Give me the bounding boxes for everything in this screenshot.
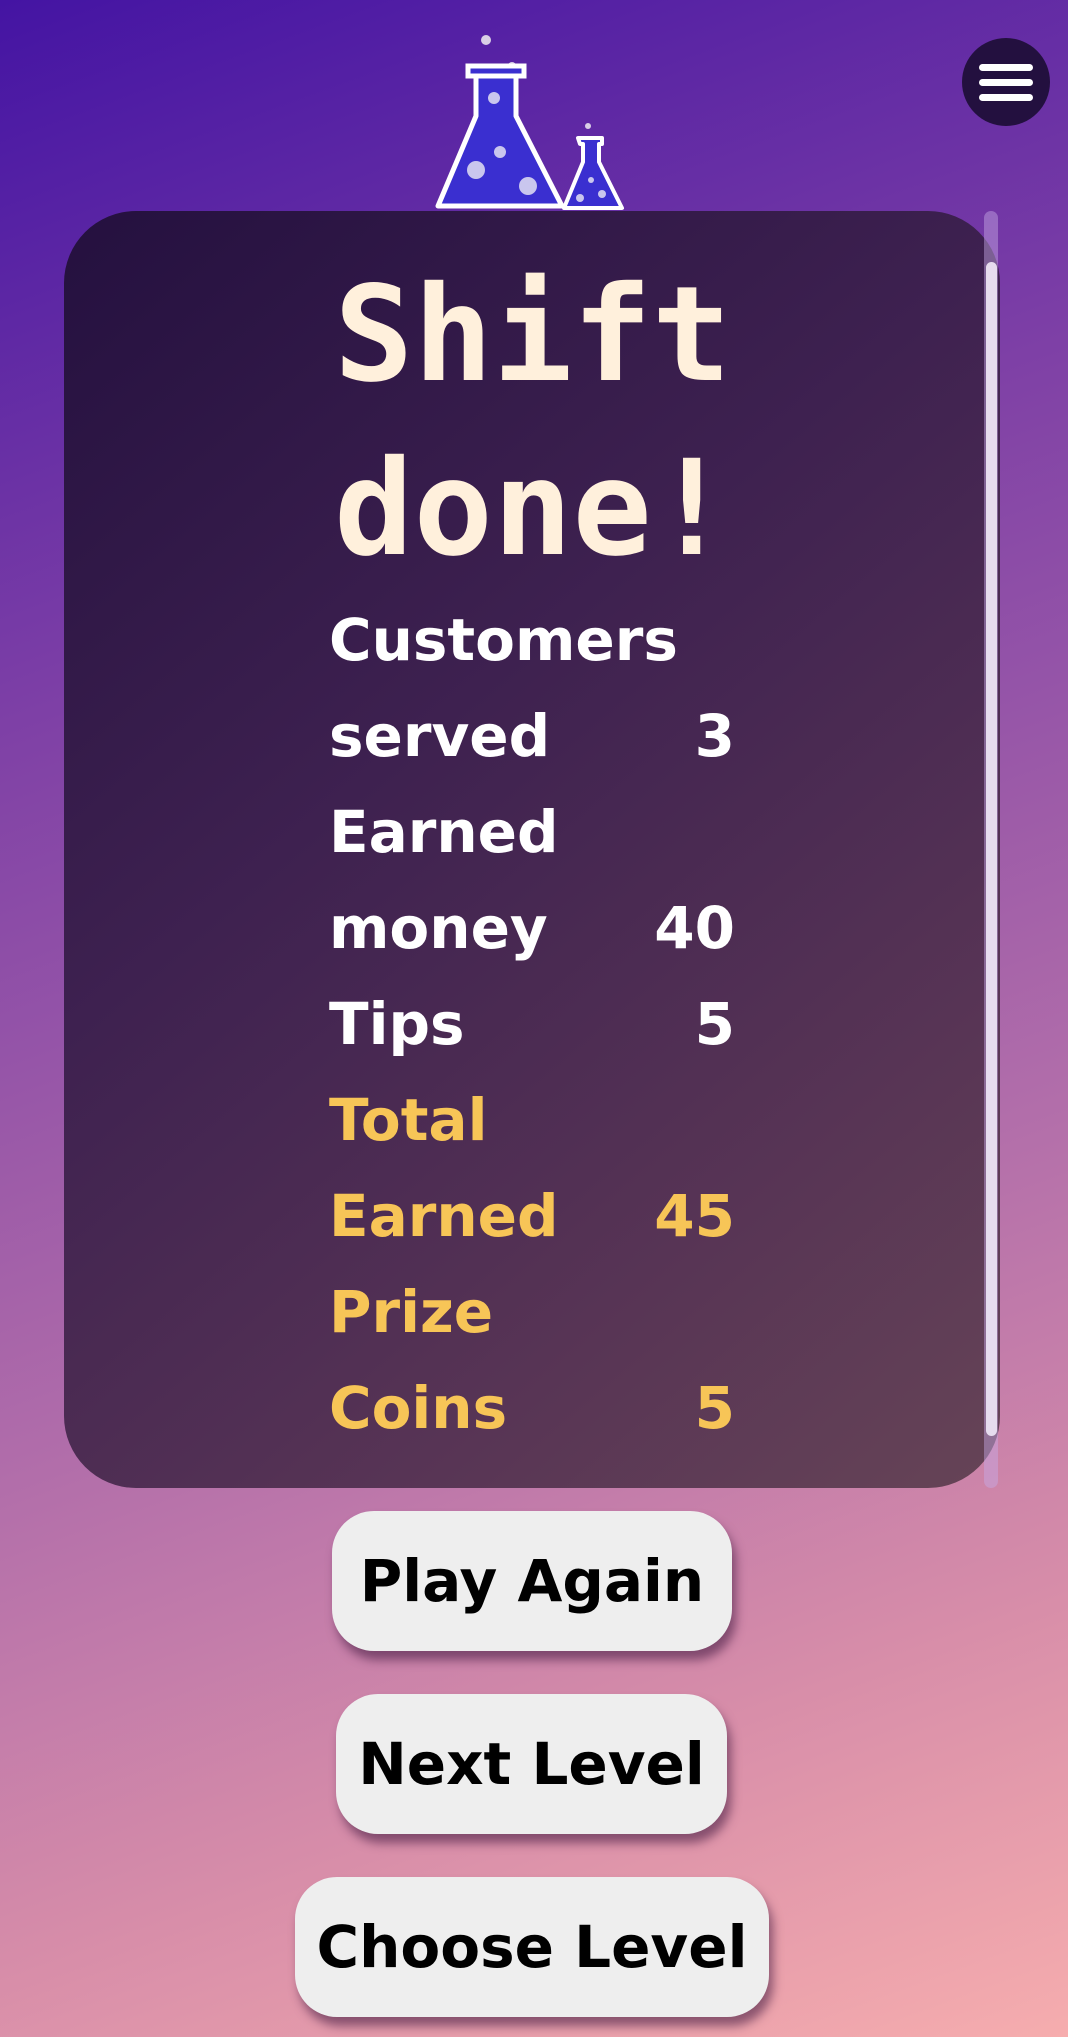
stat-label: Tips [329, 990, 465, 1058]
stat-value: 3 [694, 702, 735, 770]
stat-label: Prize Coins [329, 1278, 508, 1442]
hamburger-menu-icon-bar [979, 94, 1033, 101]
results-title: Shift done! [334, 258, 732, 586]
play-again-button[interactable]: Play Again [332, 1511, 732, 1651]
stat-value: 5 [694, 1374, 735, 1442]
choose-level-button[interactable]: Choose Level [295, 1877, 769, 2017]
stat-prize-coins: Prize Coins 5 [329, 1264, 735, 1456]
stat-value: 40 [654, 894, 735, 962]
stat-label: Earned money [329, 798, 559, 962]
menu-button[interactable] [962, 38, 1050, 126]
stat-total-earned: Total Earned 45 [329, 1072, 735, 1264]
stat-label: Customers served [329, 606, 678, 770]
hamburger-menu-icon-bar [979, 64, 1033, 71]
scrollbar-thumb[interactable] [986, 262, 997, 1436]
stat-customers-served: Customers served 3 [329, 592, 735, 784]
stat-value: 5 [694, 990, 735, 1058]
stats-list: Customers served 3 Earned money 40 Tips … [329, 592, 735, 1456]
flask-icon [435, 35, 624, 210]
hamburger-menu-icon-bar [979, 79, 1033, 86]
stat-earned-money: Earned money 40 [329, 784, 735, 976]
next-level-button[interactable]: Next Level [336, 1694, 727, 1834]
stat-label: Total Earned [329, 1086, 559, 1250]
stat-value: 45 [654, 1182, 735, 1250]
stat-tips: Tips 5 [329, 976, 735, 1072]
